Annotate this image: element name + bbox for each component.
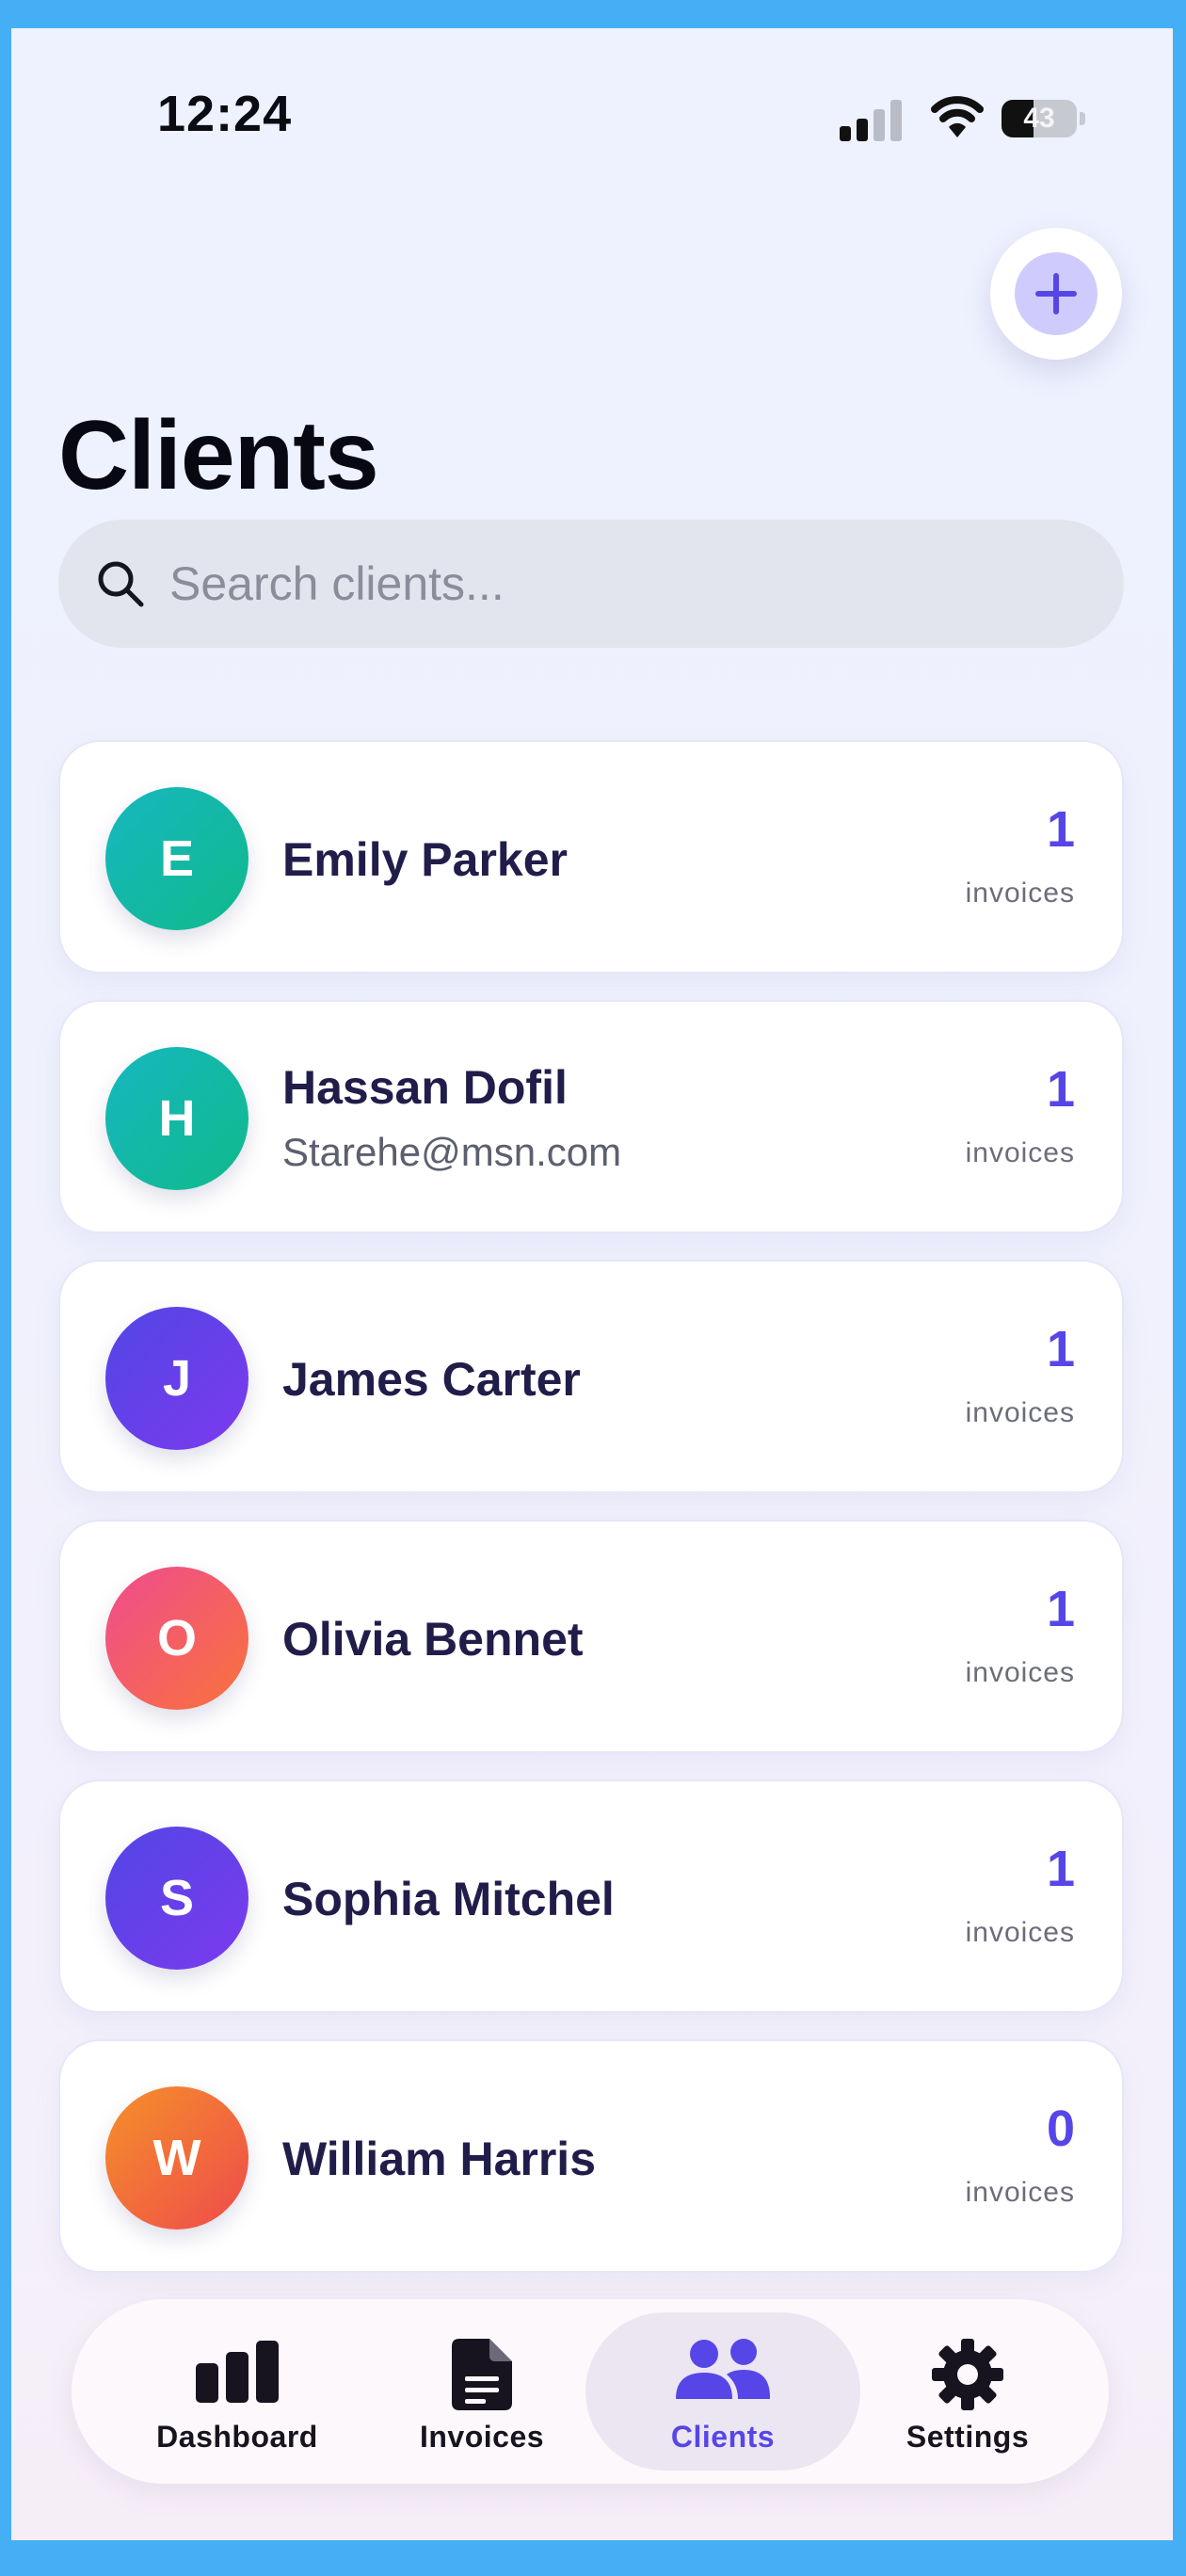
invoice-count-label: invoices <box>965 1917 1075 1948</box>
client-name: Hassan Dofil <box>282 1061 568 1114</box>
nav-item-clients[interactable]: Clients <box>585 2312 860 2471</box>
client-card[interactable]: E Emily Parker 1 invoices <box>58 740 1124 974</box>
add-client-button[interactable] <box>990 228 1122 360</box>
client-card[interactable]: S Sophia Mitchel 1 invoices <box>58 1779 1124 2013</box>
client-name: James Carter <box>282 1353 581 1406</box>
battery-icon: 43 <box>1002 100 1077 137</box>
plus-icon <box>1035 273 1077 314</box>
invoice-count-label: invoices <box>965 1657 1075 1688</box>
bottom-nav: Dashboard Invoices Clients Settings <box>72 2299 1109 2484</box>
avatar: S <box>105 1827 248 1970</box>
client-card[interactable]: J James Carter 1 invoices <box>58 1260 1124 1493</box>
invoice-count-label: invoices <box>965 1397 1075 1428</box>
invoice-count-label: invoices <box>965 877 1075 909</box>
page-title: Clients <box>58 401 379 510</box>
client-card[interactable]: W William Harris 0 invoices <box>58 2039 1124 2273</box>
gear-icon <box>932 2339 1003 2410</box>
status-time: 12:24 <box>157 86 293 142</box>
invoice-count: 1 <box>1046 1841 1075 1897</box>
invoice-count: 1 <box>1046 801 1075 858</box>
add-button-circle <box>1015 252 1098 335</box>
search-icon <box>98 561 144 607</box>
client-name: Emily Parker <box>282 833 568 886</box>
client-card[interactable]: H Hassan Dofil Starehe@msn.com 1 invoice… <box>58 1000 1124 1233</box>
avatar: E <box>105 787 248 930</box>
avatar: H <box>105 1047 248 1190</box>
invoice-count: 1 <box>1046 1061 1075 1118</box>
nav-item-invoices[interactable]: Invoices <box>345 2312 619 2471</box>
avatar: W <box>105 2086 248 2230</box>
nav-item-dashboard[interactable]: Dashboard <box>100 2312 375 2471</box>
search-bar[interactable] <box>58 520 1124 648</box>
nav-label: Settings <box>906 2420 1030 2454</box>
client-email: Starehe@msn.com <box>282 1130 622 1174</box>
app-screen: 12:24 43 Clients Search clients... E Emi… <box>11 28 1173 2540</box>
nav-label: Dashboard <box>156 2420 318 2454</box>
avatar: J <box>105 1307 248 1450</box>
invoice-count: 1 <box>1046 1581 1075 1637</box>
wifi-icon <box>931 96 984 137</box>
client-name: Olivia Bennet <box>282 1613 584 1666</box>
battery-level: 43 <box>1023 103 1055 134</box>
nav-item-settings[interactable]: Settings <box>830 2312 1105 2471</box>
invoice-count-label: invoices <box>965 2177 1075 2208</box>
avatar: O <box>105 1567 248 1710</box>
users-icon <box>676 2339 770 2399</box>
nav-label: Invoices <box>419 2420 545 2454</box>
battery-nub <box>1080 112 1085 125</box>
client-name: Sophia Mitchel <box>282 1873 615 1925</box>
client-name: William Harris <box>282 2133 597 2185</box>
nav-label: Clients <box>670 2420 776 2454</box>
bar-chart-icon <box>196 2341 279 2403</box>
invoice-count: 1 <box>1046 1321 1075 1377</box>
search-input[interactable] <box>169 520 1073 648</box>
document-icon <box>452 2339 512 2410</box>
client-card[interactable]: O Olivia Bennet 1 invoices <box>58 1520 1124 1753</box>
invoice-count-label: invoices <box>965 1137 1075 1168</box>
invoice-count: 0 <box>1046 2101 1075 2157</box>
